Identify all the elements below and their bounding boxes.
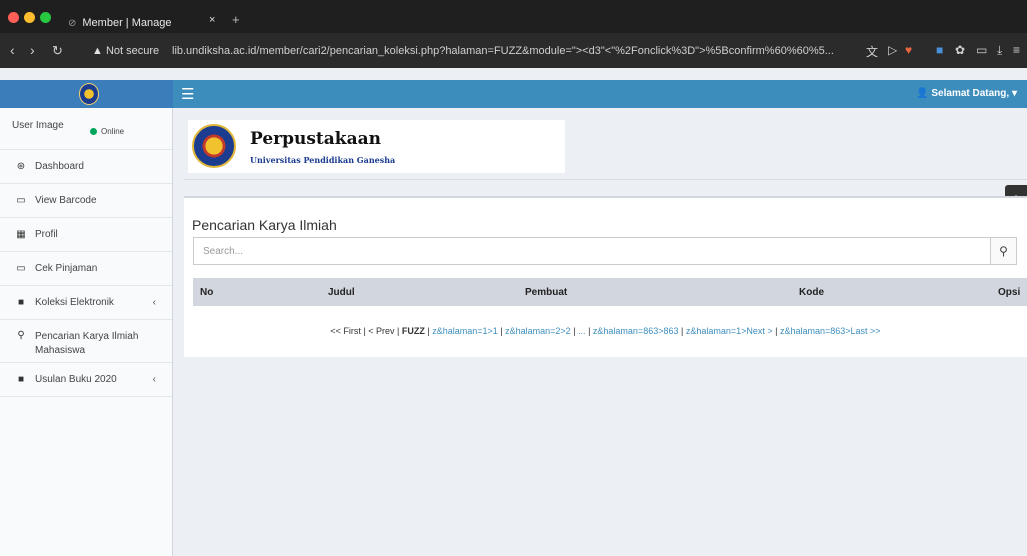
folder-icon: ■ — [17, 374, 25, 385]
column-header-judul: Judul — [328, 287, 355, 298]
browser-titlebar: ⊘ Member | Manage × + — [0, 0, 1027, 33]
search-icon: ⚲ — [999, 244, 1008, 258]
sidebar-item-label: Koleksi Elektronik — [35, 297, 114, 308]
forward-icon[interactable]: › — [30, 42, 35, 58]
not-secure-label: Not secure — [105, 45, 160, 57]
banner-subtitle: Universitas Pendidikan Ganesha — [250, 155, 396, 165]
chevron-left-icon: ‹ — [152, 297, 156, 308]
tab-title: Member | Manage — [82, 17, 172, 29]
user-panel: User Image Online — [0, 108, 172, 150]
caret-down-icon: ▾ — [1011, 88, 1017, 99]
laptop-icon: ▭ — [16, 263, 26, 274]
sidebar-item-usulan-buku[interactable]: ■ Usulan Buku 2020 ‹ — [0, 363, 172, 397]
close-window-dot[interactable] — [8, 12, 19, 23]
sidebar-item-view-barcode[interactable]: ▭ View Barcode — [0, 184, 172, 218]
folder-icon: ■ — [17, 297, 25, 308]
user-menu-label: Selamat Datang, — [931, 88, 1010, 99]
grid-icon: ▦ — [16, 229, 26, 240]
top-navbar: ☰ 👤 Selamat Datang, ▾ — [173, 80, 1027, 108]
laptop-icon: ▭ — [16, 195, 26, 206]
undiksha-emblem-icon — [192, 124, 236, 168]
pagination-prev[interactable]: < Prev — [368, 326, 394, 336]
chevron-left-icon: ‹ — [152, 374, 156, 385]
sidebar-item-label: View Barcode — [35, 195, 97, 206]
sidebar-item-koleksi-elektronik[interactable]: ■ Koleksi Elektronik ‹ — [0, 286, 172, 320]
panel-title: Pencarian Karya Ilmiah — [192, 217, 337, 233]
pagination-current: FUZZ — [401, 326, 425, 336]
pagination-last[interactable]: z&halaman=863>Last >> — [780, 326, 881, 336]
minimize-window-dot[interactable] — [24, 12, 35, 23]
pagination-next[interactable]: z&halaman=1>Next > — [686, 326, 773, 336]
browser-tab[interactable]: ⊘ Member | Manage — [68, 13, 218, 33]
column-header-opsi: Opsi — [998, 287, 1021, 298]
search-field-wrapper — [193, 237, 991, 265]
pagination-page-863[interactable]: z&halaman=863>863 — [593, 326, 679, 336]
pagination-first[interactable]: << First — [330, 326, 361, 336]
sidebar-item-profil[interactable]: ▦ Profil — [0, 218, 172, 252]
pagination-page-1[interactable]: z&halaman=1>1 — [432, 326, 498, 336]
sidebar-item-label: Profil — [35, 229, 58, 240]
pagination-page-2[interactable]: z&halaman=2>2 — [505, 326, 571, 336]
divider — [184, 179, 1027, 180]
pagination: << First | < Prev | FUZZ | z&halaman=1>1… — [330, 326, 881, 336]
security-indicator[interactable]: ▲ Not secure — [92, 45, 159, 57]
url-field[interactable]: lib.undiksha.ac.id/member/cari2/pencaria… — [172, 45, 852, 57]
sidebar-toggle-icon[interactable]: ☰ — [181, 85, 194, 103]
browser-toolbar: ‹ › ↻ ▲ Not secure lib.undiksha.ac.id/me… — [0, 33, 1027, 68]
tab-close-icon[interactable]: × — [209, 14, 215, 26]
pagination-ellipsis[interactable]: ... — [578, 326, 586, 336]
search-panel: Pencarian Karya Ilmiah ⚲ No Judul Pembua… — [184, 196, 1027, 357]
column-header-no: No — [200, 287, 214, 298]
new-tab-icon[interactable]: + — [232, 12, 240, 27]
translate-icon[interactable]: 文 — [866, 43, 878, 60]
library-banner: Perpustakaan Universitas Pendidikan Gane… — [188, 120, 565, 173]
user-image: User Image — [12, 120, 64, 131]
app-logo[interactable] — [0, 80, 173, 108]
download-icon[interactable]: ⤓ — [997, 43, 1002, 58]
back-icon[interactable]: ‹ — [10, 42, 15, 58]
banner-title: Perpustakaan — [250, 129, 381, 149]
column-header-pembuat: Pembuat — [525, 287, 568, 298]
main-content: Perpustakaan Universitas Pendidikan Gane… — [173, 108, 1027, 556]
table-header: No Judul Pembuat Kode Opsi — [193, 278, 1027, 306]
sidebar: User Image Online ⊛ Dashboard ▭ View Bar… — [0, 108, 173, 556]
warning-icon: ▲ — [92, 45, 103, 57]
sidebar-item-pencarian-karya-ilmiah[interactable]: ⚲ Pencarian Karya Ilmiah Mahasiswa — [0, 320, 172, 363]
dashboard-icon: ⊛ — [16, 161, 26, 172]
online-dot-icon — [90, 128, 97, 135]
column-header-kode: Kode — [799, 287, 824, 298]
maximize-window-dot[interactable] — [40, 12, 51, 23]
reload-icon[interactable]: ↻ — [52, 43, 63, 59]
online-status: Online — [90, 127, 124, 136]
sidebar-item-label: Usulan Buku 2020 — [35, 374, 117, 385]
play-icon[interactable]: ▷ — [888, 43, 897, 57]
sidebar-item-cek-pinjaman[interactable]: ▭ Cek Pinjaman — [0, 252, 172, 286]
online-label: Online — [101, 127, 125, 136]
user-icon: 👤 — [916, 88, 929, 99]
window-controls — [8, 12, 51, 23]
undiksha-logo-icon — [79, 83, 99, 105]
brave-shield-icon[interactable]: ♥ — [905, 43, 912, 57]
search-button[interactable]: ⚲ — [990, 237, 1017, 265]
search-input[interactable] — [194, 238, 990, 264]
user-menu[interactable]: 👤 Selamat Datang, ▾ — [916, 88, 1017, 99]
menu-icon[interactable]: ≡ — [1013, 43, 1020, 57]
sidebar-item-label: Cek Pinjaman — [35, 263, 98, 274]
window-icon[interactable]: ▭ — [976, 43, 987, 57]
sidebar-item-label: Dashboard — [35, 161, 84, 172]
extension-icon[interactable]: ■ — [936, 43, 943, 57]
sidebar-item-dashboard[interactable]: ⊛ Dashboard — [0, 150, 172, 184]
tab-favicon-icon: ⊘ — [68, 17, 77, 29]
puzzle-icon[interactable]: ✿ — [955, 43, 965, 57]
sidebar-item-label: Pencarian Karya Ilmiah Mahasiswa — [35, 331, 139, 356]
search-icon: ⚲ — [17, 330, 25, 341]
